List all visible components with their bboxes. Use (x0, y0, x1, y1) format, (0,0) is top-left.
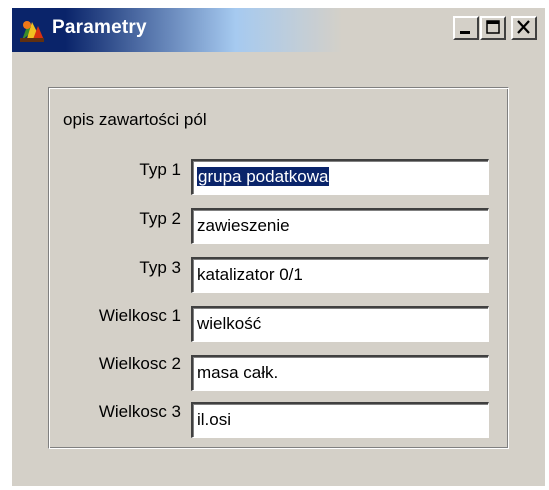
parametry-window: Parametry opis zawartości pól Typ 1 grup… (12, 8, 545, 486)
wielkosc-1-field[interactable]: wielkość (191, 306, 489, 342)
label-typ-2: Typ 2 (139, 209, 181, 228)
group-caption: opis zawartości pól (63, 110, 207, 129)
wielkosc-3-field[interactable]: il.osi (191, 402, 489, 438)
typ-3-field[interactable]: katalizator 0/1 (191, 257, 489, 293)
fields-description-group: opis zawartości pól Typ 1 grupa podatkow… (48, 87, 509, 449)
label-wielkosc-2: Wielkosc 2 (98, 354, 181, 373)
label-typ-1: Typ 1 (139, 160, 181, 179)
label-typ-3: Typ 3 (139, 258, 181, 277)
wielkosc-1-value: wielkość (197, 314, 262, 333)
minimize-button[interactable] (453, 16, 479, 40)
wielkosc-2-value: masa całk. (197, 363, 279, 382)
label-wielkosc-1: Wielkosc 1 (98, 306, 181, 325)
typ-1-field[interactable]: grupa podatkowa (191, 159, 489, 195)
close-icon (517, 20, 530, 34)
label-wielkosc-3: Wielkosc 3 (98, 402, 181, 421)
typ-2-field[interactable]: zawieszenie (191, 208, 489, 244)
app-icon[interactable] (18, 16, 46, 44)
wielkosc-3-value: il.osi (197, 410, 232, 429)
maximize-icon (486, 20, 500, 34)
minimize-icon (460, 31, 470, 34)
typ-1-value: grupa podatkowa (197, 167, 330, 186)
title-bar[interactable]: Parametry (12, 8, 545, 52)
typ-3-value: katalizator 0/1 (197, 265, 303, 284)
close-button[interactable] (511, 16, 537, 40)
typ-2-value: zawieszenie (197, 216, 290, 235)
wielkosc-2-field[interactable]: masa całk. (191, 355, 489, 391)
maximize-button[interactable] (480, 16, 506, 40)
window-title: Parametry (52, 17, 147, 38)
